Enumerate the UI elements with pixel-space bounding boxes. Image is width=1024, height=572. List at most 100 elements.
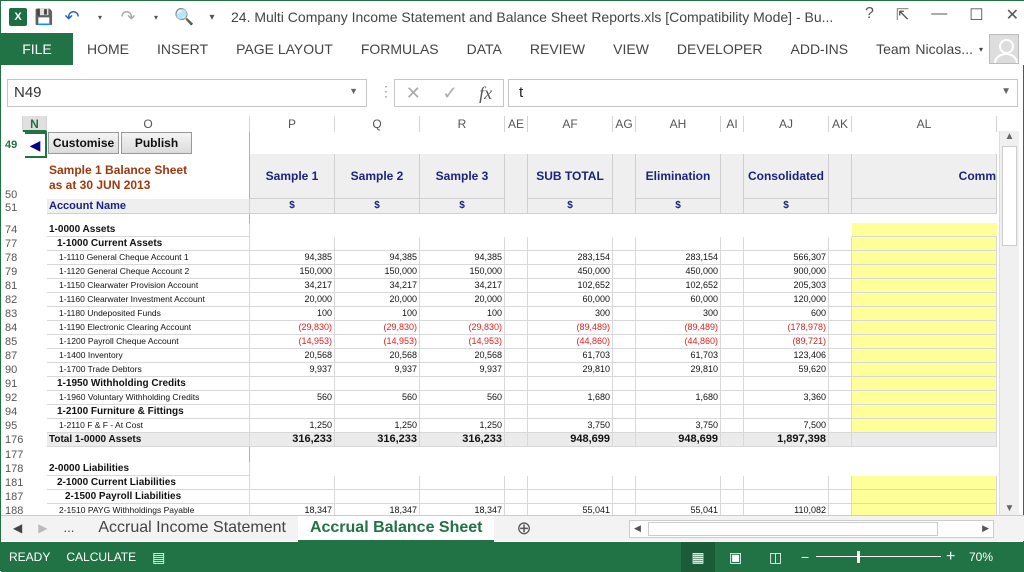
- prev-sheet-icon[interactable]: ◀: [1, 516, 34, 542]
- value-cell[interactable]: 34,217: [250, 279, 335, 293]
- value-cell[interactable]: (44,860): [528, 335, 613, 349]
- tab-review[interactable]: REVIEW: [516, 33, 599, 65]
- save-icon[interactable]: 💾: [33, 8, 55, 26]
- value-cell[interactable]: 150,000: [250, 265, 335, 279]
- spacer-cell[interactable]: [829, 405, 852, 419]
- value-cell[interactable]: [528, 405, 613, 419]
- value-cell[interactable]: [636, 405, 721, 419]
- value-cell[interactable]: [335, 490, 420, 504]
- value-cell[interactable]: (89,721): [744, 335, 829, 349]
- page-break-view-icon[interactable]: ◫: [769, 549, 782, 566]
- column-header-AI[interactable]: AI: [721, 116, 744, 132]
- comment-cell[interactable]: [852, 419, 997, 433]
- value-cell[interactable]: 948,699: [528, 433, 613, 447]
- value-cell[interactable]: [335, 476, 420, 490]
- comment-cell[interactable]: [852, 279, 997, 293]
- spacer-cell[interactable]: [829, 335, 852, 349]
- spacer-cell[interactable]: [613, 363, 636, 377]
- scroll-right-icon[interactable]: ▶: [982, 523, 989, 534]
- column-header-AL[interactable]: AL: [852, 116, 997, 132]
- row-header-50[interactable]: 50: [1, 188, 25, 202]
- spacer-cell[interactable]: [721, 335, 744, 349]
- spacer-cell[interactable]: [829, 377, 852, 391]
- value-cell[interactable]: 1,897,398: [744, 433, 829, 447]
- spacer-cell[interactable]: [613, 377, 636, 391]
- spacer-cell[interactable]: [721, 349, 744, 363]
- value-cell[interactable]: 7,500: [744, 419, 829, 433]
- hscroll-thumb[interactable]: [648, 522, 938, 536]
- spacer-cell[interactable]: [505, 265, 528, 279]
- spacer-cell[interactable]: [505, 293, 528, 307]
- spacer-cell[interactable]: [505, 377, 528, 391]
- value-cell[interactable]: 316,233: [250, 433, 335, 447]
- cancel-icon[interactable]: ✕: [406, 83, 421, 104]
- row-header-177[interactable]: 177: [1, 448, 25, 462]
- spacer-cell[interactable]: [721, 363, 744, 377]
- spacer-cell[interactable]: [613, 405, 636, 419]
- scroll-down-icon[interactable]: ▼: [1000, 503, 1019, 514]
- value-cell[interactable]: (14,953): [335, 335, 420, 349]
- row-header-176[interactable]: 176: [1, 433, 25, 447]
- row-header-90[interactable]: 90: [1, 363, 25, 377]
- spacer-cell[interactable]: [829, 433, 852, 447]
- value-cell[interactable]: [636, 476, 721, 490]
- row-header-79[interactable]: 79: [1, 265, 25, 279]
- value-cell[interactable]: [335, 237, 420, 251]
- value-cell[interactable]: 61,703: [528, 349, 613, 363]
- value-cell[interactable]: [636, 377, 721, 391]
- user-name[interactable]: Nicolas...: [915, 41, 973, 57]
- value-cell[interactable]: 100: [250, 307, 335, 321]
- value-cell[interactable]: 566,307: [744, 251, 829, 265]
- column-header-P[interactable]: P: [250, 116, 335, 132]
- name-box[interactable]: N49 ▼: [7, 79, 367, 107]
- row-header-51[interactable]: 51: [1, 201, 25, 215]
- value-cell[interactable]: 205,303: [744, 279, 829, 293]
- comment-cell[interactable]: [852, 391, 997, 405]
- value-cell[interactable]: 283,154: [528, 251, 613, 265]
- value-cell[interactable]: 560: [250, 391, 335, 405]
- spacer-cell[interactable]: [721, 321, 744, 335]
- spacer-cell[interactable]: [721, 405, 744, 419]
- spacer-cell[interactable]: [613, 321, 636, 335]
- back-arrow-button[interactable]: ◀: [23, 132, 47, 158]
- value-cell[interactable]: (89,489): [528, 321, 613, 335]
- value-cell[interactable]: 948,699: [636, 433, 721, 447]
- normal-view-icon[interactable]: ▦: [681, 542, 715, 572]
- column-header-AF[interactable]: AF: [528, 116, 613, 132]
- undo-dropdown-icon[interactable]: ▾: [89, 13, 111, 22]
- tab-developer[interactable]: DEVELOPER: [663, 33, 777, 65]
- value-cell[interactable]: 600: [744, 307, 829, 321]
- spacer-cell[interactable]: [613, 490, 636, 504]
- spacer-cell[interactable]: [613, 293, 636, 307]
- next-sheet-icon[interactable]: ▶: [34, 516, 51, 542]
- value-cell[interactable]: [420, 237, 505, 251]
- row-header-91[interactable]: 91: [1, 377, 25, 391]
- row-header-85[interactable]: 85: [1, 335, 25, 349]
- value-cell[interactable]: [744, 490, 829, 504]
- publish-button[interactable]: Publish: [121, 132, 192, 154]
- comment-cell[interactable]: [852, 476, 997, 490]
- spacer-cell[interactable]: [721, 251, 744, 265]
- row-header-74[interactable]: 74: [1, 223, 25, 237]
- spacer-cell[interactable]: [829, 391, 852, 405]
- value-cell[interactable]: (14,953): [420, 335, 505, 349]
- spacer-cell[interactable]: [613, 237, 636, 251]
- column-header-AH[interactable]: AH: [636, 116, 721, 132]
- value-cell[interactable]: 9,937: [420, 363, 505, 377]
- spacer-cell[interactable]: [613, 349, 636, 363]
- comment-cell[interactable]: [852, 293, 997, 307]
- formula-input[interactable]: t ▼: [508, 79, 1018, 107]
- value-cell[interactable]: 1,250: [250, 419, 335, 433]
- value-cell[interactable]: 3,750: [636, 419, 721, 433]
- spacer-cell[interactable]: [721, 265, 744, 279]
- spacer-cell[interactable]: [505, 419, 528, 433]
- value-cell[interactable]: 20,000: [250, 293, 335, 307]
- comment-cell[interactable]: [852, 405, 997, 419]
- horizontal-scrollbar[interactable]: ◀ ▶: [629, 520, 994, 538]
- spacer-cell[interactable]: [829, 307, 852, 321]
- value-cell[interactable]: [528, 237, 613, 251]
- spacer-cell[interactable]: [721, 419, 744, 433]
- row-header-95[interactable]: 95: [1, 419, 25, 433]
- spacer-cell[interactable]: [721, 293, 744, 307]
- spacer-cell[interactable]: [613, 335, 636, 349]
